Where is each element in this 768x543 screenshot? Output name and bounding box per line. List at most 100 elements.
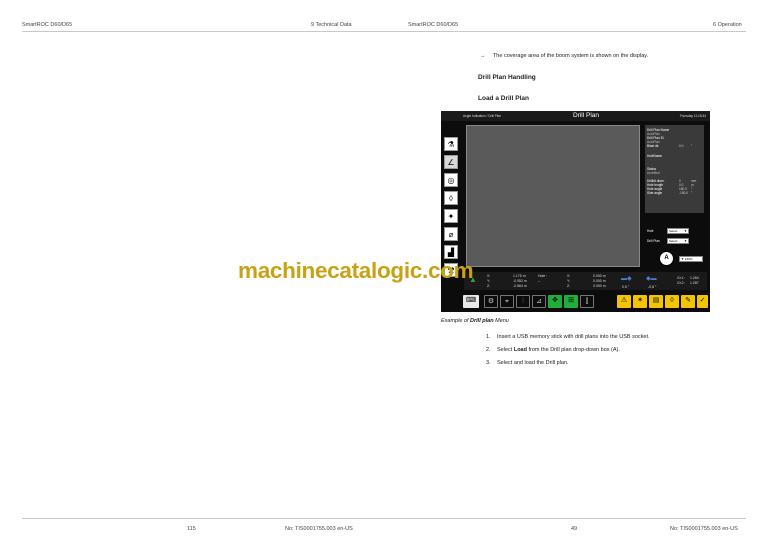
y-label: Y:	[487, 279, 491, 283]
navigation-button[interactable]: ✥	[548, 295, 562, 308]
drillplan-select[interactable]: Select... ▼	[667, 238, 689, 244]
step-2-pre: Select	[497, 347, 514, 353]
confirm-button[interactable]: ✓	[697, 295, 708, 308]
rod-handling-button[interactable]: ⫿	[580, 295, 594, 308]
drill-plan-icon: ⊞	[568, 297, 574, 304]
z-label: Z:	[487, 284, 491, 288]
header-right-section: 6 Operation	[713, 22, 742, 28]
drill-plan-button[interactable]: ⊞	[564, 295, 578, 308]
z2-label: Z:	[567, 284, 571, 288]
rod-icon[interactable]: ⌀	[444, 227, 458, 241]
step-3-number: 3.	[486, 360, 491, 366]
angle-view-button[interactable]: ⊿	[532, 295, 546, 308]
display-breadcrumb: Angle Indication / Drill Plan	[463, 114, 502, 118]
flask-icon[interactable]: ⚗	[444, 137, 458, 151]
step-1-number: 1.	[486, 334, 491, 340]
blast-dir-unit: °	[691, 144, 693, 148]
blast-dir-label: Blast dir.	[647, 144, 660, 148]
heading-drill-plan-handling: Drill Plan Handling	[478, 74, 536, 81]
bit-button[interactable]: ◊	[665, 295, 679, 308]
settings-button[interactable]: ✶	[633, 295, 647, 308]
y2-value: 0.000 m	[593, 279, 606, 283]
position-status-bar	[464, 272, 707, 290]
side-angle-label: Side angle	[647, 191, 663, 195]
hole-select-label: Hole	[647, 229, 654, 233]
watermark: machinecatalogic.com	[238, 258, 474, 283]
angle-icon: ⊿	[536, 298, 542, 305]
counter-button[interactable]: ▤	[649, 295, 663, 308]
chevron-down-icon: ▼	[684, 239, 687, 243]
zoom-select[interactable]: ▼ 100%	[679, 256, 703, 262]
chevron-down-icon: ▼	[684, 229, 687, 233]
holename-label: HoleName	[647, 154, 663, 158]
service-icon: ⚠	[620, 297, 628, 304]
side-angle-value: -180.0	[679, 191, 689, 195]
y-value: -0.052 m	[513, 279, 527, 283]
footer-left-doc: No: TIS0001755.003 en-US	[285, 526, 353, 532]
drill-plan-display: Angle Indication / Drill Plan Drill Plan…	[441, 111, 710, 312]
hole-status-value: --	[538, 279, 541, 283]
rod-handling-icon: ⫿	[585, 298, 589, 305]
keyboard-button[interactable]: ⌨	[463, 295, 479, 308]
compass-icon[interactable]: ✦	[444, 209, 458, 223]
gear-icon: ✶	[637, 297, 643, 304]
target-icon[interactable]: ◎	[444, 173, 458, 187]
blast-dir-value: 0.0	[679, 144, 684, 148]
status-value: Undrilled	[647, 171, 660, 175]
footer-left-page: 115	[187, 526, 196, 532]
header-rule	[22, 31, 746, 32]
footer-rule	[22, 518, 746, 519]
x2-value: 0.000 m	[593, 274, 606, 278]
result-text: The coverage area of the boom system is …	[492, 53, 649, 59]
caption-prefix: Example of	[441, 318, 471, 324]
figure-caption: Example of Drill plan Menu	[441, 318, 509, 324]
service-button[interactable]: ⚠	[617, 295, 631, 308]
drill-view-button[interactable]: ⫶	[516, 295, 530, 308]
gr1-value: 1.264	[690, 276, 699, 280]
step-2-number: 2.	[486, 347, 491, 353]
display-datetime: Thursday 11:18:44	[679, 114, 706, 118]
check-icon: ✓	[699, 297, 706, 304]
bit-icon: ◊	[670, 297, 674, 304]
navigation-icon: ✥	[552, 297, 558, 304]
caption-suffix: Menu	[493, 318, 509, 324]
hole-status-label: Hole :	[538, 274, 548, 278]
rig-icon[interactable]: ▟	[444, 245, 458, 259]
footer-right-page: 49	[571, 526, 578, 532]
chevron-down-icon: ▼	[681, 257, 684, 261]
step-3-text: Select and load the Drill plan.	[497, 360, 569, 366]
heading-load-drill-plan: Load a Drill Plan	[478, 95, 529, 102]
brush-button[interactable]: ✎	[681, 295, 695, 308]
boom-view-button[interactable]: ⌖	[500, 295, 514, 308]
counter-icon: ▤	[652, 297, 660, 304]
x2-label: X:	[567, 274, 571, 278]
callout-a: A	[659, 251, 674, 266]
z-value: -2.564 m	[513, 284, 527, 288]
drill-icon: ⫶	[522, 298, 524, 305]
header-left-title: SmartROC D60/D65	[22, 22, 73, 28]
header-right-title: SmartROC D60/D65	[408, 22, 459, 28]
hole-select-value: Select...	[669, 229, 680, 233]
rig-view-button[interactable]: ⚙	[484, 295, 498, 308]
gr2-label: Gr.2:	[677, 281, 685, 285]
hole-select[interactable]: Select... ▼	[667, 228, 689, 234]
display-title: Drill Plan	[573, 112, 600, 119]
gr1-label: Gr.1:	[677, 276, 685, 280]
roll-angle: -0.8 °	[648, 285, 657, 289]
pitch-angle: 0.5 °	[622, 285, 630, 289]
y2-label: Y:	[567, 279, 571, 283]
step-2-post: from the Drill plan drop-down box (A).	[526, 347, 620, 353]
step-2-text: Select Load from the Drill plan drop-dow…	[497, 347, 620, 353]
drill-plan-map-area[interactable]	[466, 125, 640, 267]
rig-icon: ⚙	[487, 298, 495, 305]
x-label: X:	[487, 274, 491, 278]
brush-icon: ✎	[685, 297, 691, 304]
x-value: 1.175 m	[513, 274, 526, 278]
footer-right-doc: No: TIS0001755.003 en-US	[670, 526, 738, 532]
caption-bold: Drill plan	[470, 318, 494, 324]
zoom-value: 100%	[684, 257, 693, 261]
boom-angle-icon[interactable]: ∠	[444, 155, 458, 169]
display-title-bar: Angle Indication / Drill Plan Drill Plan…	[441, 111, 710, 121]
bit-icon[interactable]: ◊	[444, 191, 458, 205]
header-left-section: 9 Technical Data	[311, 22, 352, 28]
